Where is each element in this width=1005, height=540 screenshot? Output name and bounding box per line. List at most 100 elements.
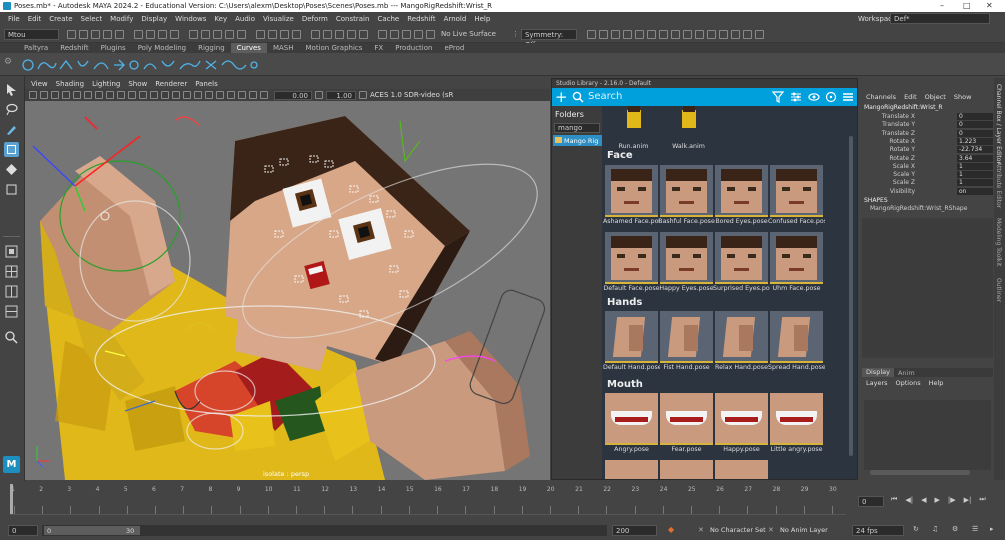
channel-attribute-row[interactable]: Scale Y 1 <box>862 171 993 179</box>
anim-layer-dropdown[interactable]: No Anim Layer <box>780 526 828 534</box>
open-scene-icon[interactable] <box>79 29 88 39</box>
snap-curve-icon[interactable] <box>201 29 210 39</box>
range-bar[interactable]: 0 30 <box>42 525 607 536</box>
grid-toggle-icon[interactable] <box>73 91 81 99</box>
camera-attributes-icon[interactable] <box>40 91 48 99</box>
save-scene-icon[interactable] <box>91 29 100 39</box>
step-forward-icon[interactable]: |▶ <box>948 496 956 504</box>
stacked-pane-layout-icon[interactable] <box>4 304 19 319</box>
render-view-icon[interactable] <box>311 29 320 39</box>
menu-icon[interactable] <box>842 91 854 103</box>
textured-icon[interactable] <box>172 91 180 99</box>
channel-menu-object[interactable]: Object <box>925 93 946 101</box>
redshift-rv-icon[interactable] <box>682 29 692 39</box>
undo-icon[interactable] <box>103 29 112 39</box>
layer-menu-layers[interactable]: Layers <box>866 379 888 387</box>
pose-item[interactable]: Relax Hand.pose <box>715 311 768 373</box>
arnold-ipr-icon[interactable] <box>706 29 716 39</box>
shelf-tab-plugins[interactable]: Plugins <box>95 43 132 53</box>
safe-action-icon[interactable] <box>128 91 136 99</box>
shelf-tab-curves[interactable]: Curves <box>230 43 267 53</box>
isolate-select-icon[interactable] <box>227 91 235 99</box>
wireframe-on-shaded-icon[interactable] <box>161 91 169 99</box>
sculpt-icon[interactable] <box>378 29 387 39</box>
pose-item[interactable]: Confused Face.pose <box>768 165 825 227</box>
channel-menu-show[interactable]: Show <box>954 93 972 101</box>
snap-grid-icon[interactable] <box>189 29 198 39</box>
redshift-render-icon[interactable] <box>670 29 680 39</box>
redo-icon[interactable] <box>115 29 124 39</box>
select-component-icon[interactable] <box>158 29 167 39</box>
side-pane-layout-icon[interactable] <box>4 284 19 299</box>
timeline-prefs-icon[interactable]: ☰ <box>972 525 978 533</box>
menu-constrain[interactable]: Constrain <box>336 15 370 23</box>
channel-attribute-row[interactable]: Visibility on <box>862 187 993 196</box>
sync-icon[interactable] <box>825 91 837 103</box>
character-set-icon[interactable]: ✕ <box>698 526 704 534</box>
pose-item[interactable]: Fist Hand.pose <box>660 311 713 373</box>
hypershade-icon[interactable] <box>359 29 368 39</box>
anim-layer-icon[interactable]: ✕ <box>768 526 774 534</box>
paint-icon[interactable] <box>390 29 399 39</box>
timeline-track[interactable]: 1 2 3 4 5 6 7 8 9 10 11 12 13 14 15 16 17 18 19 20 21 22 23 24 2… <box>10 484 846 515</box>
menu-deform[interactable]: Deform <box>302 15 328 23</box>
backface-icon[interactable] <box>260 91 268 99</box>
folder-filter-input[interactable]: mango <box>554 123 600 133</box>
tab-anim[interactable]: Anim <box>894 369 919 377</box>
channel-attribute-row[interactable]: Rotate Y -22.734 <box>862 146 993 154</box>
shelf-gear-icon[interactable]: ⚙ <box>4 57 14 71</box>
channel-menu-edit[interactable]: Edit <box>904 93 917 101</box>
range-end-field[interactable]: 200 <box>612 525 657 536</box>
channel-attribute-value[interactable]: 1 <box>957 162 993 170</box>
channel-attribute-row[interactable]: Scale Z 1 <box>862 179 993 187</box>
shelf-tab-rigging[interactable]: Rigging <box>192 43 231 53</box>
lasso-tool-icon[interactable] <box>4 102 19 117</box>
smooth-shade-icon[interactable] <box>150 91 158 99</box>
arnold-render-icon[interactable] <box>694 29 704 39</box>
go-to-end-icon[interactable]: ⏭ <box>979 495 985 504</box>
toggle-sidebar-icon[interactable] <box>730 29 740 39</box>
tab-outliner[interactable]: Outliner <box>995 278 1002 302</box>
render-icon[interactable] <box>586 29 596 39</box>
pose-item[interactable]: Default Face.pose <box>603 232 660 294</box>
node-editor-icon[interactable] <box>646 29 656 39</box>
items-scrollbar[interactable] <box>849 136 853 456</box>
folder-item-mango-rig[interactable]: Mango Rig <box>553 135 602 146</box>
pose-item-partial[interactable] <box>605 460 658 479</box>
shadows-icon[interactable] <box>194 91 202 99</box>
range-start-field[interactable]: 0 <box>8 525 38 536</box>
time-slider[interactable]: 1 2 3 4 5 6 7 8 9 10 11 12 13 14 15 16 17 18 19 20 21 22 23 24 2… <box>0 482 1005 522</box>
menu-help[interactable]: Help <box>474 15 490 23</box>
menu-audio[interactable]: Audio <box>235 15 255 23</box>
tab-channel-box[interactable]: Channel Box / Layer Editor <box>995 84 1002 164</box>
rotate-tool-icon[interactable] <box>4 162 19 177</box>
channel-attribute-value[interactable]: 3.64 <box>957 154 993 162</box>
gamma-field[interactable]: 1.00 <box>326 90 356 100</box>
render-settings-icon[interactable] <box>347 29 356 39</box>
menu-select[interactable]: Select <box>81 15 103 23</box>
channel-attribute-row[interactable]: Translate Y 0 <box>862 121 993 129</box>
current-frame-field[interactable]: 0 <box>858 496 884 507</box>
wireframe-icon[interactable] <box>139 91 147 99</box>
lights-icon[interactable] <box>183 91 191 99</box>
sliders-icon[interactable] <box>790 91 802 103</box>
magnet-icon[interactable] <box>414 29 423 39</box>
channel-attribute-value[interactable]: -22.734 <box>957 146 993 154</box>
curve-shelf-icons[interactable] <box>20 57 260 73</box>
toggle-channelbox-icon[interactable] <box>742 29 752 39</box>
scene-canvas[interactable] <box>25 101 550 480</box>
shelf-tab-fx[interactable]: FX <box>368 43 389 53</box>
pose-item[interactable]: Default Hand.pose <box>603 311 660 373</box>
step-back-key-icon[interactable]: ◀| <box>905 496 913 504</box>
settings-icon[interactable] <box>754 29 764 39</box>
channel-menu-channels[interactable]: Channels <box>866 93 896 101</box>
tab-display[interactable]: Display <box>862 368 894 377</box>
minimize-button[interactable]: – <box>940 1 944 10</box>
paint-select-icon[interactable] <box>4 122 19 137</box>
symmetry-dropdown[interactable]: Symmetry: Off <box>520 28 577 49</box>
field-chart-icon[interactable] <box>117 91 125 99</box>
construction-history-icon[interactable] <box>292 29 301 39</box>
render-setup-icon[interactable] <box>610 29 620 39</box>
channel-attribute-value[interactable]: 0 <box>957 129 993 137</box>
pose-item-partial[interactable] <box>660 460 713 479</box>
